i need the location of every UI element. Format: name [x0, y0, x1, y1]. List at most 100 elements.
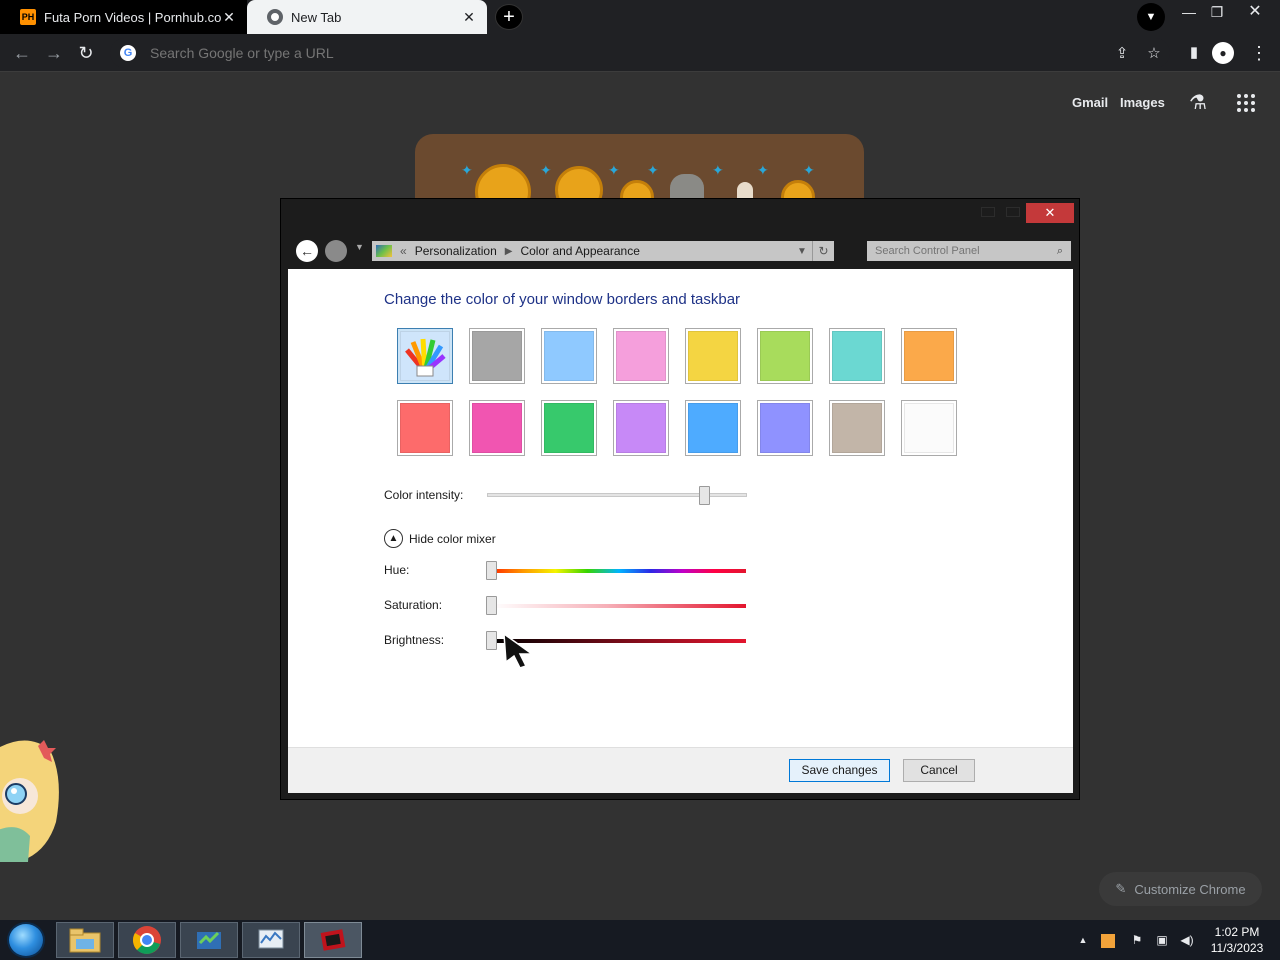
color-swatch[interactable] — [829, 328, 885, 384]
tab-new-tab[interactable]: New Tab ✕ — [247, 0, 487, 34]
cp-close-button[interactable]: ✕ — [1026, 203, 1074, 223]
brightness-slider-thumb[interactable] — [486, 631, 497, 650]
browser-toolbar: ← → ↻ G ⇪ ☆ ▮ ● ⋮ — [0, 34, 1280, 72]
clock-date: 11/3/2023 — [1210, 941, 1264, 955]
cancel-button[interactable]: Cancel — [903, 759, 975, 782]
reload-button[interactable]: ↻ — [72, 39, 100, 67]
color-swatch[interactable] — [469, 328, 525, 384]
color-swatch[interactable] — [757, 400, 813, 456]
share-icon[interactable]: ⇪ — [1106, 44, 1138, 62]
color-swatch[interactable] — [901, 328, 957, 384]
chrome-menu-icon[interactable]: ⋮ — [1245, 40, 1273, 66]
taskbar-explorer[interactable] — [56, 922, 114, 958]
pornhub-favicon-icon: PH — [20, 9, 36, 25]
custom-color-swatch[interactable] — [397, 328, 453, 384]
tab-title: Futa Porn Videos | Pornhub.com — [44, 9, 221, 25]
search-icon[interactable]: ⌕ — [1049, 245, 1071, 258]
address-dropdown-icon[interactable]: ▼ — [792, 246, 812, 257]
media-icon — [320, 929, 346, 951]
action-center-flag-icon[interactable]: ⚑ — [1128, 920, 1146, 960]
taskbar-control-panel[interactable] — [180, 922, 238, 958]
star-butterfly-sticker — [0, 740, 59, 862]
customize-chrome-button[interactable]: ✎ Customize Chrome — [1099, 872, 1262, 906]
recent-locations-icon[interactable]: ▼ — [355, 242, 364, 252]
clock-time: 1:02 PM — [1214, 925, 1260, 939]
cp-minimize-button[interactable] — [981, 207, 995, 217]
network-icon[interactable]: ▣ — [1153, 920, 1171, 960]
chrome-icon — [133, 926, 161, 954]
forward-button[interactable]: → — [40, 39, 68, 67]
gmail-link[interactable]: Gmail — [1072, 95, 1108, 110]
control-panel-icon — [376, 245, 392, 257]
resource-monitor-icon — [258, 929, 284, 949]
color-swatch[interactable] — [685, 328, 741, 384]
back-button[interactable]: ← — [8, 39, 36, 67]
tab-title: New Tab — [291, 9, 342, 25]
bookmark-star-icon[interactable]: ☆ — [1138, 44, 1170, 62]
labs-flask-icon[interactable]: ⚗ — [1186, 91, 1210, 115]
control-panel-window: ✕ ← ▼ « Personalization ▶ Color and Appe… — [280, 198, 1080, 800]
new-tab-button[interactable]: + — [495, 4, 523, 30]
cp-maximize-button[interactable] — [1006, 207, 1020, 217]
color-swatch[interactable] — [757, 328, 813, 384]
color-swatch[interactable] — [613, 328, 669, 384]
close-button[interactable]: ✕ — [1238, 0, 1272, 30]
color-swatch[interactable] — [685, 400, 741, 456]
saturation-slider-thumb[interactable] — [486, 596, 497, 615]
hue-slider-track[interactable] — [492, 569, 746, 573]
save-changes-button[interactable]: Save changes — [789, 759, 890, 782]
cp-back-button[interactable]: ← — [296, 240, 318, 262]
tab-search-button[interactable]: ▼ — [1137, 3, 1165, 31]
show-hidden-icons-icon[interactable]: ▲ — [1076, 920, 1090, 960]
breadcrumb-chevron-icon[interactable]: ▶ — [505, 246, 513, 257]
taskbar-resource-monitor[interactable] — [242, 922, 300, 958]
taskbar-media[interactable] — [304, 922, 362, 958]
pencil-icon: ✎ — [1115, 881, 1127, 896]
tab-pornhub[interactable]: PH Futa Porn Videos | Pornhub.com ✕ — [0, 0, 247, 34]
mouse-cursor-icon — [503, 632, 535, 668]
color-palette-icon — [405, 338, 446, 377]
taskbar-chrome[interactable] — [118, 922, 176, 958]
color-swatch[interactable] — [829, 400, 885, 456]
tab-close-icon[interactable]: ✕ — [221, 9, 237, 26]
omnibox-input[interactable] — [150, 45, 1106, 61]
taskbar-clock[interactable]: 1:02 PM 11/3/2023 — [1205, 924, 1269, 956]
refresh-icon[interactable]: ↻ — [812, 241, 834, 261]
cp-footer: Save changes Cancel — [288, 747, 1073, 793]
address-overflow-icon[interactable]: « — [400, 244, 407, 258]
browser-titlebar: PH Futa Porn Videos | Pornhub.com ✕ New … — [0, 0, 1280, 34]
cp-search-input[interactable] — [867, 245, 1049, 257]
hue-slider-thumb[interactable] — [486, 561, 497, 580]
google-doodle[interactable]: ✦ ✦ ✦ ✦ ✦ ✦ ✦ — [415, 134, 864, 204]
images-link[interactable]: Images — [1120, 95, 1165, 110]
volume-icon[interactable]: ◀) — [1178, 920, 1196, 960]
side-panel-icon[interactable]: ▮ — [1180, 40, 1208, 66]
start-button[interactable] — [7, 922, 45, 958]
hide-color-mixer-toggle[interactable]: ▲ Hide color mixer — [384, 529, 496, 548]
color-swatch[interactable] — [541, 400, 597, 456]
tray-app-icon[interactable] — [1098, 920, 1118, 960]
saturation-slider-track[interactable] — [492, 604, 746, 608]
color-swatch[interactable] — [901, 400, 957, 456]
color-swatch[interactable] — [541, 328, 597, 384]
google-g-icon: G — [120, 45, 136, 61]
breadcrumb-color-appearance[interactable]: Color and Appearance — [520, 244, 639, 258]
intensity-slider-thumb[interactable] — [698, 486, 710, 505]
cp-forward-button[interactable] — [325, 240, 347, 262]
profile-avatar-icon[interactable]: ● — [1212, 42, 1234, 64]
explorer-icon — [69, 928, 101, 953]
google-apps-icon[interactable] — [1235, 92, 1257, 114]
cp-address-bar[interactable]: « Personalization ▶ Color and Appearance… — [372, 241, 834, 261]
color-swatch[interactable] — [469, 400, 525, 456]
omnibox[interactable]: G ⇪ ☆ — [110, 38, 1170, 68]
color-swatch[interactable] — [613, 400, 669, 456]
control-panel-icon — [197, 931, 221, 949]
tab-close-icon[interactable]: ✕ — [461, 9, 477, 26]
color-swatch[interactable] — [397, 400, 453, 456]
breadcrumb-personalization[interactable]: Personalization — [415, 244, 497, 258]
restore-button[interactable]: ❐ — [1200, 0, 1234, 30]
cp-search-box[interactable]: ⌕ — [867, 241, 1071, 261]
page-title: Change the color of your window borders … — [384, 291, 741, 308]
chrome-favicon-icon — [267, 9, 283, 25]
saturation-label: Saturation: — [384, 598, 443, 612]
